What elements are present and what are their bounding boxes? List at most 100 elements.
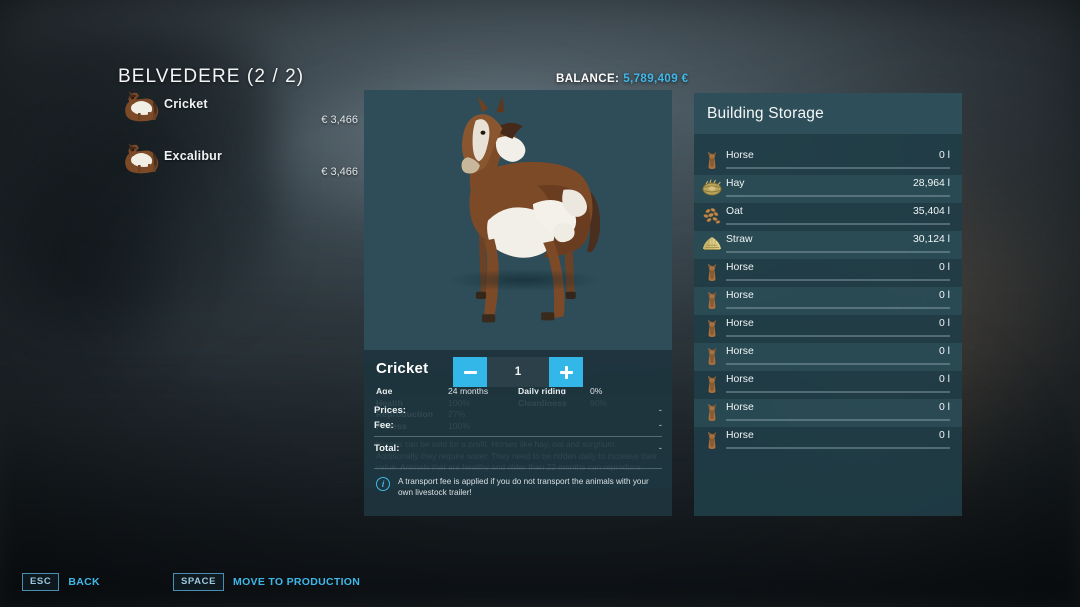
- storage-item-label: Horse: [726, 150, 754, 161]
- storage-fill-bar: [726, 306, 950, 309]
- quantity-stepper: 1: [364, 357, 672, 387]
- storage-item-list: Horse 0 l Hay 28,964 l Oat 35,404 l Stra…: [694, 134, 962, 455]
- storage-item-label: Horse: [726, 290, 754, 301]
- horse-icon: [702, 262, 722, 282]
- animal-name: Cricket: [164, 97, 208, 111]
- storage-row[interactable]: Horse 0 l: [694, 427, 962, 455]
- storage-item-label: Straw: [726, 234, 753, 245]
- horse-icon: [708, 432, 716, 449]
- help-action[interactable]: ESC BACK: [22, 573, 100, 591]
- animal-price: € 3,466: [321, 114, 358, 126]
- storage-item-amount: 0 l: [939, 402, 950, 413]
- hay-icon: [702, 179, 722, 196]
- help-key: SPACE: [173, 573, 225, 591]
- animal-thumbnail: [118, 91, 160, 122]
- storage-row[interactable]: Horse 0 l: [694, 315, 962, 343]
- storage-item-amount: 0 l: [939, 150, 950, 161]
- storage-row[interactable]: Hay 28,964 l: [694, 175, 962, 203]
- storage-row[interactable]: Horse 0 l: [694, 287, 962, 315]
- storage-item-label: Horse: [726, 346, 754, 357]
- storage-item-label: Horse: [726, 402, 754, 413]
- horse-thumbnail-icon: [125, 143, 159, 174]
- storage-row[interactable]: Straw 30,124 l: [694, 231, 962, 259]
- quantity-decrease-button[interactable]: [453, 357, 487, 387]
- storage-item-label: Horse: [726, 318, 754, 329]
- storage-fill-bar: [726, 278, 950, 281]
- storage-row[interactable]: Horse 0 l: [694, 371, 962, 399]
- building-storage-panel: Building Storage Horse 0 l Hay 28,964 l: [694, 93, 962, 516]
- horse-icon: [702, 346, 722, 366]
- quantity-increase-button[interactable]: [549, 357, 583, 387]
- storage-item-amount: 0 l: [939, 262, 950, 273]
- storage-row[interactable]: Horse 0 l: [694, 399, 962, 427]
- storage-item-label: Oat: [726, 206, 743, 217]
- animal-preview-image: [364, 90, 672, 350]
- horse-thumbnail-icon: [125, 91, 159, 122]
- help-label: BACK: [68, 575, 100, 588]
- animal-list-item[interactable]: Excalibur € 3,466: [118, 143, 358, 178]
- balance-display: BALANCE: 5,789,409 €: [556, 73, 688, 85]
- total-value: -: [658, 443, 662, 454]
- storage-item-amount: 30,124 l: [913, 234, 950, 245]
- price-divider: [374, 436, 662, 437]
- storage-item-amount: 28,964 l: [913, 178, 950, 189]
- price-row: Fee: -: [374, 418, 662, 433]
- horse-icon: [708, 320, 716, 337]
- building-storage-title: Building Storage: [707, 104, 824, 122]
- storage-fill-bar: [726, 390, 950, 393]
- quantity-value[interactable]: 1: [487, 357, 549, 387]
- animal-name: Excalibur: [164, 149, 223, 163]
- storage-row[interactable]: Horse 0 l: [694, 259, 962, 287]
- help-key: ESC: [22, 573, 60, 591]
- storage-item-amount: 0 l: [939, 346, 950, 357]
- balance-value: 5,789,409 €: [623, 73, 689, 85]
- price-value: -: [658, 405, 662, 416]
- oat-icon: [702, 206, 722, 226]
- help-action[interactable]: SPACE MOVE TO PRODUCTION: [173, 573, 360, 591]
- price-label: Fee:: [374, 420, 394, 431]
- animal-list-item[interactable]: Cricket € 3,466: [118, 91, 358, 126]
- horse-icon: [708, 152, 716, 169]
- storage-item-label: Hay: [726, 178, 745, 189]
- storage-item-label: Horse: [726, 262, 754, 273]
- storage-fill-bar: [726, 250, 950, 253]
- info-icon: i: [376, 477, 390, 491]
- horse-icon: [708, 264, 716, 281]
- storage-item-amount: 0 l: [939, 318, 950, 329]
- horse-icon: [708, 348, 716, 365]
- storage-item-amount: 0 l: [939, 430, 950, 441]
- storage-row[interactable]: Horse 0 l: [694, 343, 962, 371]
- hay-icon: [702, 178, 722, 198]
- horse-icon: [708, 404, 716, 421]
- storage-fill-bar: [726, 446, 950, 449]
- page-title: BELVEDERE (2 / 2): [118, 66, 305, 87]
- storage-item-label: Horse: [726, 430, 754, 441]
- storage-item-label: Horse: [726, 374, 754, 385]
- storage-item-amount: 35,404 l: [913, 206, 950, 217]
- total-label: Total:: [374, 443, 400, 454]
- horse-icon: [708, 292, 716, 309]
- storage-fill-bar: [726, 222, 950, 225]
- storage-row[interactable]: Oat 35,404 l: [694, 203, 962, 231]
- storage-fill-bar: [726, 334, 950, 337]
- building-storage-header: Building Storage: [694, 93, 962, 134]
- horse-icon: [702, 318, 722, 338]
- animal-thumbnail: [118, 143, 160, 174]
- storage-fill-bar: [726, 194, 950, 197]
- storage-item-amount: 0 l: [939, 374, 950, 385]
- preview-floor-shadow: [449, 268, 600, 291]
- price-summary-panel: Prices: - Fee: - Total: - i A transport …: [364, 394, 672, 516]
- horse-icon: [702, 374, 722, 394]
- minus-icon: [463, 370, 477, 374]
- horse-icon: [702, 150, 722, 170]
- balance-label: BALANCE:: [556, 73, 620, 85]
- animal-price: € 3,466: [321, 166, 358, 178]
- plus-icon: [559, 365, 573, 379]
- storage-row[interactable]: Horse 0 l: [694, 147, 962, 175]
- help-label: MOVE TO PRODUCTION: [233, 575, 361, 588]
- transport-fee-note: i A transport fee is applied if you do n…: [374, 476, 662, 498]
- total-row: Total: -: [374, 441, 662, 456]
- horse-icon: [708, 376, 716, 393]
- horse-render: [461, 95, 601, 323]
- horse-icon: [702, 430, 722, 450]
